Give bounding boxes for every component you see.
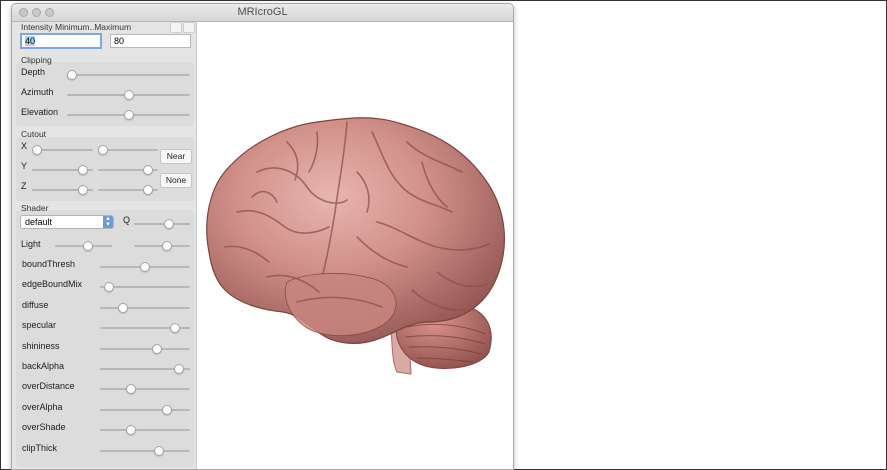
chevron-updown-icon: ▴ ▾ [103, 215, 113, 228]
shader-overdistance-label: overDistance [22, 381, 75, 392]
shader-backalpha-label: backAlpha [22, 361, 65, 371]
intensity-min-input[interactable]: 40 [20, 33, 102, 49]
cutout-z-high-slider[interactable] [98, 185, 158, 195]
q-slider[interactable] [134, 219, 190, 229]
shader-overshade-label: overShade [22, 422, 66, 433]
brain-render-image [206, 117, 505, 375]
light-slider-2[interactable] [134, 241, 190, 251]
slider-thumb[interactable] [140, 262, 150, 272]
shader-boundthresh-label: boundThresh [22, 259, 76, 269]
clipping-label: Clipping [21, 55, 52, 65]
slider-thumb[interactable] [67, 70, 77, 80]
slider-thumb[interactable] [83, 241, 94, 251]
control-panel: Intensity Minimum..Maximum 40 80 Clippin… [12, 22, 197, 469]
slider-thumb[interactable] [143, 185, 153, 195]
slider-thumb[interactable] [77, 165, 88, 175]
slider-thumb[interactable] [98, 145, 108, 155]
none-button[interactable]: None [160, 173, 192, 188]
slider-thumb[interactable] [117, 302, 128, 313]
slider-thumb[interactable] [163, 219, 174, 229]
slider-thumb[interactable] [152, 343, 162, 354]
shader-clipthick-slider[interactable] [100, 445, 190, 456]
slider-thumb[interactable] [77, 185, 88, 195]
slider-thumb[interactable] [123, 90, 134, 100]
title-bar: MRIcroGL [12, 4, 513, 22]
shader-backalpha-slider[interactable] [100, 364, 190, 374]
slider-thumb[interactable] [161, 241, 172, 251]
cutout-x-label: X [21, 141, 28, 151]
shader-label: Shader [21, 203, 49, 213]
shader-diffuse-label: diffuse [22, 299, 49, 310]
clipping-depth-label: Depth [21, 67, 46, 77]
slider-thumb[interactable] [154, 445, 165, 456]
clipping-azimuth-label: Azimuth [21, 87, 54, 97]
app-window: MRIcroGL Intensity Minimum..Maximum 40 8… [11, 3, 514, 470]
shader-overalpha-label: overAlpha [22, 401, 63, 412]
cutout-y-high-slider[interactable] [98, 165, 158, 175]
cutout-x-low-slider[interactable] [32, 145, 93, 155]
slider-thumb[interactable] [143, 165, 153, 175]
cutout-z-low-slider[interactable] [32, 185, 93, 195]
light-slider-1[interactable] [55, 241, 112, 251]
slider-thumb[interactable] [32, 145, 42, 155]
shader-shininess-slider[interactable] [100, 343, 190, 354]
slider-thumb[interactable] [104, 282, 114, 293]
shader-clipthick-label: clipThick [22, 442, 58, 453]
light-label: Light [21, 239, 41, 249]
slider-thumb[interactable] [123, 110, 134, 120]
shader-overdistance-slider[interactable] [100, 384, 190, 395]
shader-select-value: default [25, 217, 53, 227]
clipping-elevation-label: Elevation [21, 107, 59, 117]
slider-thumb[interactable] [170, 323, 181, 334]
cutout-y-low-slider[interactable] [32, 165, 93, 175]
slider-thumb[interactable] [174, 364, 185, 374]
cutout-z-label: Z [21, 181, 27, 191]
clipping-azimuth-slider[interactable] [67, 90, 190, 100]
slider-thumb[interactable] [162, 404, 173, 415]
clipping-depth-slider[interactable] [67, 70, 190, 80]
window-title: MRIcroGL [237, 6, 288, 18]
render-viewport[interactable] [197, 22, 513, 469]
intensity-label: Intensity Minimum..Maximum [21, 22, 132, 32]
cutout-x-high-slider[interactable] [98, 145, 158, 155]
shader-specular-label: specular [22, 320, 57, 331]
shader-diffuse-slider[interactable] [100, 302, 190, 313]
shader-overalpha-slider[interactable] [100, 404, 190, 415]
shader-edgeboundmix-slider[interactable] [100, 282, 190, 293]
shader-shininess-label: shininess [22, 340, 60, 351]
near-button[interactable]: Near [160, 149, 192, 164]
intensity-max-input[interactable]: 80 [110, 34, 191, 48]
cutout-label: Cutout [21, 129, 47, 139]
q-label: Q [123, 215, 131, 225]
shader-edgeboundmix-label: edgeBoundMix [22, 279, 83, 290]
slider-thumb[interactable] [125, 425, 136, 436]
shader-specular-slider[interactable] [100, 323, 190, 334]
intensity-option-button[interactable] [170, 22, 182, 33]
clipping-elevation-slider[interactable] [67, 110, 190, 120]
shader-select[interactable]: default ▴ ▾ [20, 215, 114, 229]
shader-boundthresh-slider[interactable] [100, 262, 190, 272]
intensity-option-button[interactable] [183, 22, 195, 33]
cutout-y-label: Y [21, 161, 28, 171]
slider-thumb[interactable] [125, 384, 136, 395]
shader-overshade-slider[interactable] [100, 425, 190, 436]
